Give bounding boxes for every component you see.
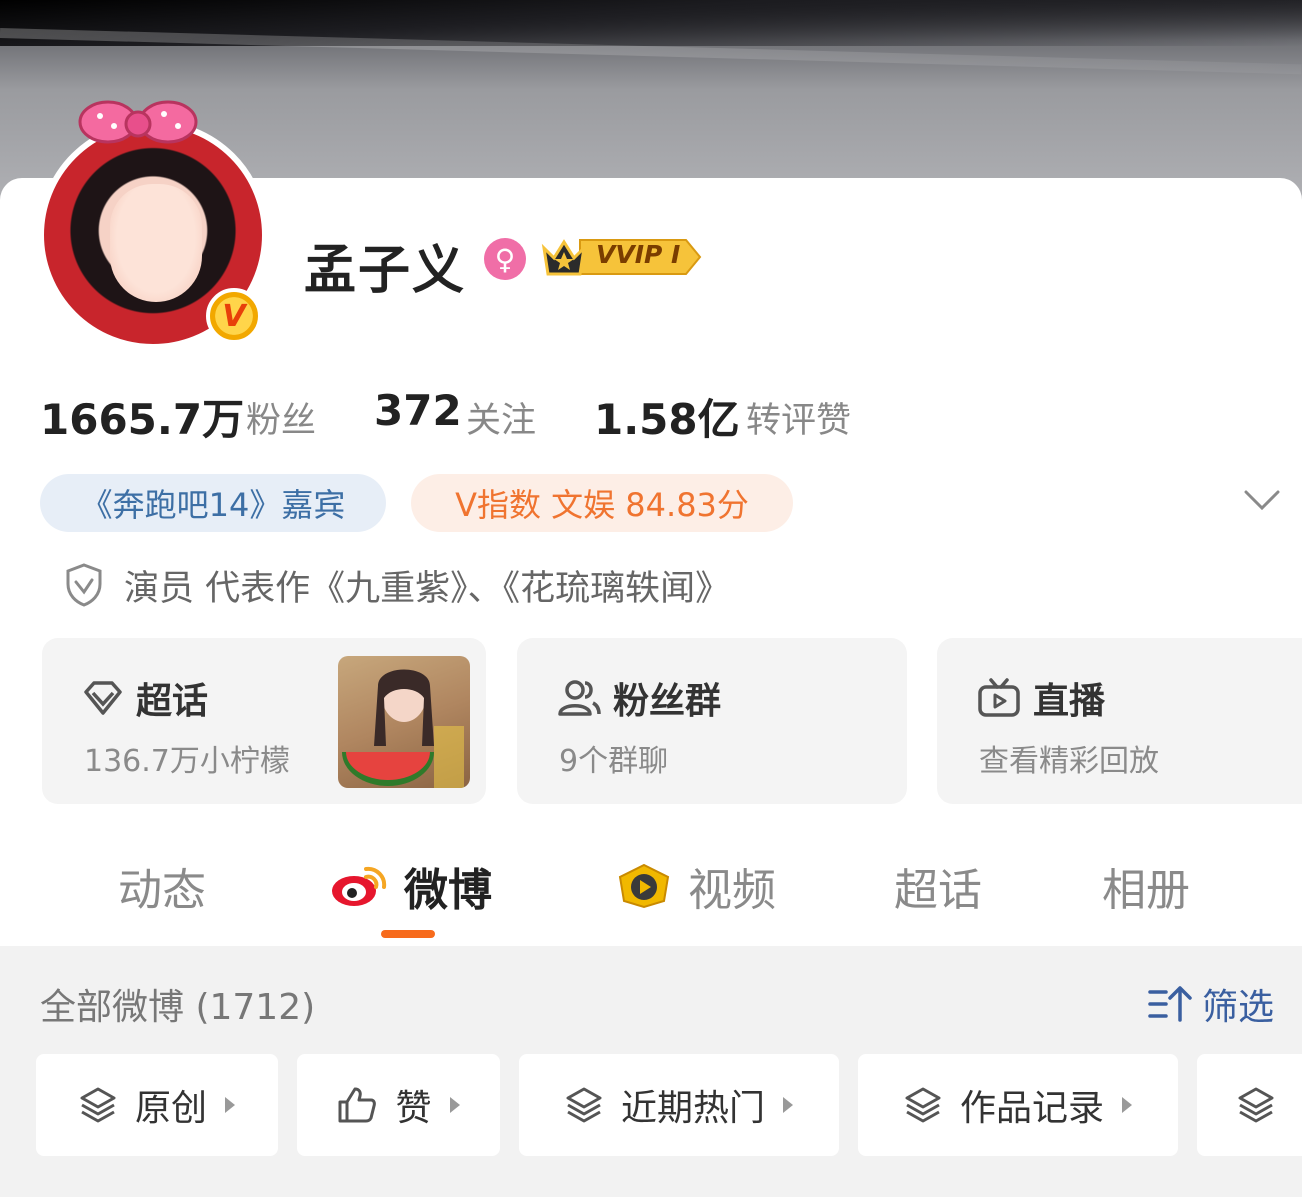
supertopic-title: 超话 <box>82 672 208 724</box>
filter-sort-icon <box>1148 986 1192 1022</box>
fan-group-card[interactable]: 粉丝群 9个群聊 <box>517 638 907 804</box>
followers-label[interactable]: 粉丝 <box>246 392 316 443</box>
guest-tag[interactable]: 《奔跑吧14》嘉宾 <box>40 474 386 532</box>
verification-text: 演员 代表作《九重紫》、《花琉璃轶闻》 <box>124 568 731 609</box>
chip-arrow-icon <box>783 1097 793 1113</box>
chip-works-record[interactable]: 作品记录 <box>858 1054 1178 1156</box>
active-tab-indicator <box>381 930 435 938</box>
female-gender-icon: ♀ <box>484 238 526 280</box>
interactions-label[interactable]: 转评赞 <box>746 392 851 443</box>
chip-likes[interactable]: 赞 <box>297 1054 500 1156</box>
posts-section: 全部微博 (1712) 筛选 原创 赞 近期热门 作品记录 <box>0 946 1302 1197</box>
tab-video[interactable]: 视频 <box>614 854 776 918</box>
live-title: 直播 <box>977 672 1105 724</box>
chip-arrow-icon <box>1122 1097 1132 1113</box>
people-icon <box>558 680 601 716</box>
supertopic-card[interactable]: 超话 136.7万小柠檬 <box>42 638 486 804</box>
chip-more[interactable] <box>1197 1054 1302 1156</box>
diamond-icon <box>84 681 122 715</box>
avatar-face <box>110 184 202 302</box>
tab-weibo[interactable]: 微博 <box>330 854 492 918</box>
tv-icon <box>978 678 1020 717</box>
following-label[interactable]: 关注 <box>466 392 536 443</box>
fan-group-title: 粉丝群 <box>557 672 721 724</box>
fan-group-subtitle: 9个群聊 <box>559 744 669 779</box>
verified-badge-icon: V <box>206 288 262 344</box>
bow-icon <box>78 100 198 144</box>
weibo-logo-icon <box>332 866 387 906</box>
following-count[interactable]: 372 <box>374 386 462 435</box>
supertopic-thumbnail <box>338 656 470 788</box>
v-index-tag[interactable]: V指数 文娱 84.83分 <box>411 474 793 532</box>
tab-album[interactable]: 相册 <box>1102 854 1190 918</box>
filter-button[interactable]: 筛选 <box>1148 978 1274 1030</box>
tab-supertopic[interactable]: 超话 <box>894 854 982 918</box>
verification-info: 演员 代表作《九重紫》、《花琉璃轶闻》 <box>64 560 730 610</box>
chip-recent-hot[interactable]: 近期热门 <box>519 1054 839 1156</box>
shield-check-icon <box>66 563 102 607</box>
layers-icon <box>905 1087 941 1123</box>
chip-arrow-icon <box>449 1097 460 1113</box>
layers-icon <box>1238 1087 1274 1123</box>
followers-count[interactable]: 1665.7万 <box>40 386 244 447</box>
chip-arrow-icon <box>225 1097 235 1113</box>
live-card[interactable]: 直播 查看精彩回放 <box>937 638 1302 804</box>
supertopic-subtitle: 136.7万小柠檬 <box>84 744 290 779</box>
chip-original[interactable]: 原创 <box>36 1054 278 1156</box>
thumbs-up-icon <box>338 1087 377 1123</box>
live-subtitle: 查看精彩回放 <box>979 744 1159 779</box>
chevron-down-icon[interactable] <box>1240 478 1284 522</box>
layers-icon <box>80 1087 116 1123</box>
video-play-icon <box>618 863 670 909</box>
profile-tabs: 动态 微博 视频 超话 相册 <box>0 846 1302 944</box>
post-count: 全部微博 (1712) <box>40 987 316 1028</box>
vvip-label: VVIP I <box>596 240 681 269</box>
layers-icon <box>566 1087 602 1123</box>
interactions-count[interactable]: 1.58亿 <box>594 386 740 447</box>
tab-dynamics[interactable]: 动态 <box>118 854 206 918</box>
profile-name: 孟子义 <box>304 241 467 301</box>
